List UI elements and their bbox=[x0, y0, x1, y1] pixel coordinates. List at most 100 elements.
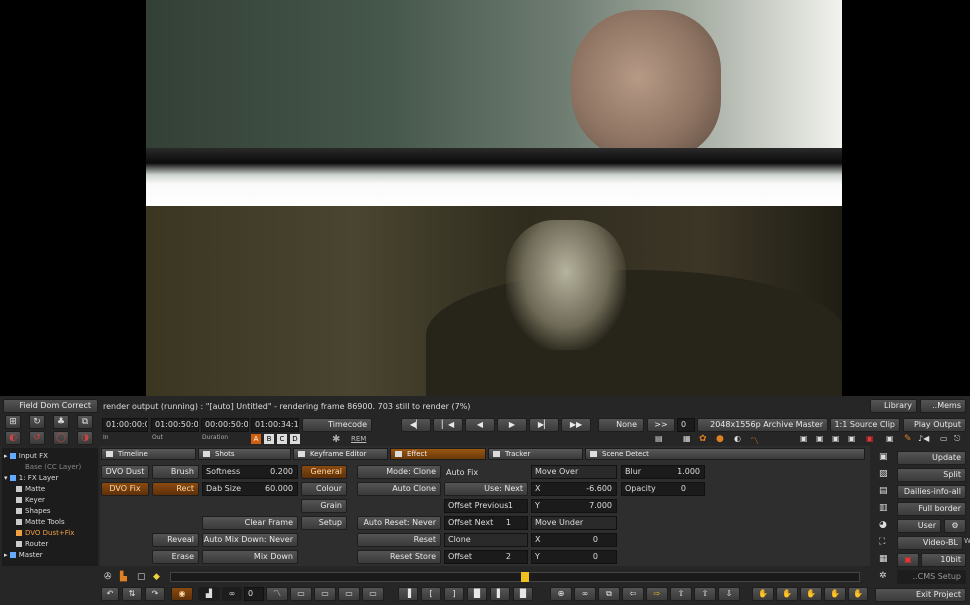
rem-label[interactable]: REM bbox=[351, 435, 366, 443]
reel-icon[interactable]: ✇ bbox=[104, 572, 112, 582]
full-border-dropdown[interactable]: Full border bbox=[897, 502, 966, 516]
undo-red-icon[interactable]: ↺ bbox=[29, 431, 45, 445]
track-b-toggle[interactable]: B bbox=[264, 434, 274, 444]
general-button[interactable]: General bbox=[301, 465, 347, 479]
tool-icon-3[interactable]: ▭ bbox=[338, 587, 360, 601]
offset-next-field[interactable]: Offset Next 1 bbox=[444, 516, 528, 530]
camera-icon[interactable]: ▭ bbox=[940, 434, 948, 443]
play-output-button[interactable]: Play Output bbox=[903, 418, 966, 432]
wrench-icon[interactable]: ✎ bbox=[904, 434, 912, 444]
paint-icon[interactable]: ✿ bbox=[699, 434, 707, 444]
tree-item-router[interactable]: Router bbox=[16, 540, 48, 548]
tab-shots[interactable]: Shots bbox=[198, 448, 291, 460]
move-under-x-field[interactable]: X0 bbox=[531, 533, 617, 547]
monitor-icon-3[interactable]: ▣ bbox=[832, 434, 840, 443]
brush-icon[interactable]: ● bbox=[716, 434, 724, 444]
clear-frame-button[interactable]: Clear Frame bbox=[202, 516, 298, 530]
reset-button[interactable]: Reset bbox=[357, 533, 441, 547]
tab-timeline[interactable]: Timeline bbox=[101, 448, 196, 460]
border-icon[interactable]: ▥ bbox=[879, 503, 888, 513]
list-icon[interactable]: ▤ bbox=[655, 434, 663, 443]
track-d-toggle[interactable]: D bbox=[290, 434, 300, 444]
exit-project-button[interactable]: Exit Project bbox=[875, 588, 966, 602]
go-to-end-button[interactable]: ▶▶ bbox=[561, 418, 591, 432]
cms-setup-button[interactable]: ..CMS Setup bbox=[897, 570, 966, 584]
tree-item-shapes[interactable]: Shapes bbox=[16, 507, 51, 515]
link-icon[interactable]: ∞ bbox=[222, 587, 242, 601]
folder-icon[interactable]: ▙ bbox=[120, 572, 127, 582]
color-wheel-icon[interactable]: ◉ bbox=[171, 587, 193, 601]
dailies-dropdown[interactable]: Dailies-info-all bbox=[897, 485, 966, 499]
contrast-icon[interactable]: ◐ bbox=[734, 434, 741, 443]
bracket-right-icon[interactable]: ] bbox=[444, 587, 464, 601]
scene-icon[interactable]: ▟ bbox=[198, 587, 220, 601]
trim-start-icon[interactable]: ▐ bbox=[398, 587, 418, 601]
redo-icon[interactable]: ↷ bbox=[145, 587, 165, 601]
trim-pair-icon[interactable]: ▐▌ bbox=[467, 587, 487, 601]
copy-paste-icon[interactable]: ⧉ bbox=[598, 587, 620, 601]
tree-item-fx-layer[interactable]: ▾ 1: FX Layer bbox=[4, 474, 58, 482]
center-icon[interactable]: ⊕ bbox=[550, 587, 572, 601]
split-edit-icon[interactable]: ▐▌ bbox=[513, 587, 533, 601]
refresh-icon[interactable]: ↻ bbox=[29, 415, 45, 429]
record-monitor-icon[interactable]: ▣ bbox=[866, 434, 874, 443]
frame-step-field[interactable]: 0 bbox=[677, 418, 695, 432]
new-layer-icon[interactable]: ⊞ bbox=[5, 415, 21, 429]
tree-item-dvo-dust-fix[interactable]: DVO Dust+Fix bbox=[16, 529, 74, 537]
tree-item-base[interactable]: Base (CC Layer) bbox=[25, 463, 81, 471]
brush-button[interactable]: Brush bbox=[152, 465, 199, 479]
monitor-icon-1[interactable]: ▣ bbox=[800, 434, 808, 443]
move-over-y-field[interactable]: Y 7.000 bbox=[531, 499, 617, 513]
move-under-y-field[interactable]: Y0 bbox=[531, 550, 617, 564]
move-over-x-field[interactable]: X -6.600 bbox=[531, 482, 617, 496]
settings-monitor-icon[interactable]: ▣ bbox=[886, 434, 894, 443]
tree-item-matte[interactable]: Matte bbox=[16, 485, 45, 493]
dab-size-field[interactable]: Dab Size 60.000 bbox=[202, 482, 298, 496]
clip-icon[interactable]: ▢ bbox=[137, 572, 146, 582]
colour-button[interactable]: Colour bbox=[301, 482, 347, 496]
mix-down-button[interactable]: Mix Down bbox=[202, 550, 298, 564]
dvo-fix-button[interactable]: DVO Fix bbox=[101, 482, 149, 496]
next-edit-button[interactable]: ▶▏ bbox=[529, 418, 559, 432]
tree-item-master[interactable]: ▸ Master bbox=[4, 551, 43, 559]
timecode-mode-button[interactable]: Timecode bbox=[302, 418, 372, 432]
chevron-button[interactable]: >> bbox=[647, 418, 675, 432]
duration-field[interactable]: 00:00:50:00 bbox=[201, 418, 249, 432]
rect-button[interactable]: Rect bbox=[152, 482, 199, 496]
auto-mix-down-dropdown[interactable]: Auto Mix Down: Never bbox=[202, 533, 298, 547]
timeline-scrubber[interactable] bbox=[170, 572, 860, 582]
user-settings-icon[interactable]: ⚙ bbox=[944, 519, 966, 533]
star-icon[interactable]: ✱ bbox=[332, 434, 340, 445]
undo-icon[interactable]: ↶ bbox=[101, 587, 119, 601]
bottom-frame-field[interactable]: 0 bbox=[244, 587, 264, 601]
arrow-up-icon[interactable]: ⇧ bbox=[670, 587, 692, 601]
scope-icon[interactable]: ⛶ bbox=[879, 537, 885, 547]
info-icon[interactable]: ▤ bbox=[879, 486, 888, 496]
play-button[interactable]: ▶ bbox=[497, 418, 527, 432]
grid-icon[interactable]: ▦ bbox=[683, 434, 691, 443]
nodes-icon[interactable]: ✲ bbox=[879, 571, 887, 581]
go-to-start-button[interactable]: ◀▏ bbox=[401, 418, 431, 432]
split-button[interactable]: Split bbox=[897, 468, 966, 482]
tree-item-input-fx[interactable]: ▸ Input FX bbox=[4, 452, 48, 460]
update-button[interactable]: Update bbox=[897, 451, 966, 465]
copy-icon[interactable]: ⧉ bbox=[77, 415, 93, 429]
out-timecode-field[interactable]: 01:00:50:00 bbox=[151, 418, 199, 432]
grab-icon-4[interactable]: ✋ bbox=[824, 587, 846, 601]
grab-icon-3[interactable]: ✋ bbox=[800, 587, 822, 601]
monitor-icon-4[interactable]: ▣ bbox=[848, 434, 856, 443]
mode-clone-dropdown[interactable]: Mode: Clone bbox=[357, 465, 441, 479]
blur-field[interactable]: Blur 1.000 bbox=[621, 465, 705, 479]
offset-field[interactable]: Offset 2 bbox=[444, 550, 528, 564]
tab-keyframe-editor[interactable]: Keyframe Editor bbox=[293, 448, 388, 460]
viewer-image[interactable] bbox=[146, 0, 842, 396]
audio-icon[interactable]: ♪◀ bbox=[918, 434, 929, 443]
arrow-right-icon[interactable]: ⇨ bbox=[646, 587, 668, 601]
grab-icon-5[interactable]: ✋ bbox=[848, 587, 868, 601]
none-dropdown[interactable]: None bbox=[598, 418, 644, 432]
offset-previous-field[interactable]: Offset Previous -1 bbox=[444, 499, 528, 513]
tool-icon-4[interactable]: ▭ bbox=[362, 587, 384, 601]
source-clip-dropdown[interactable]: 1:1 Source Clip bbox=[830, 418, 900, 432]
mems-button[interactable]: ..Mems bbox=[920, 399, 966, 413]
user-dropdown[interactable]: User bbox=[897, 519, 941, 533]
